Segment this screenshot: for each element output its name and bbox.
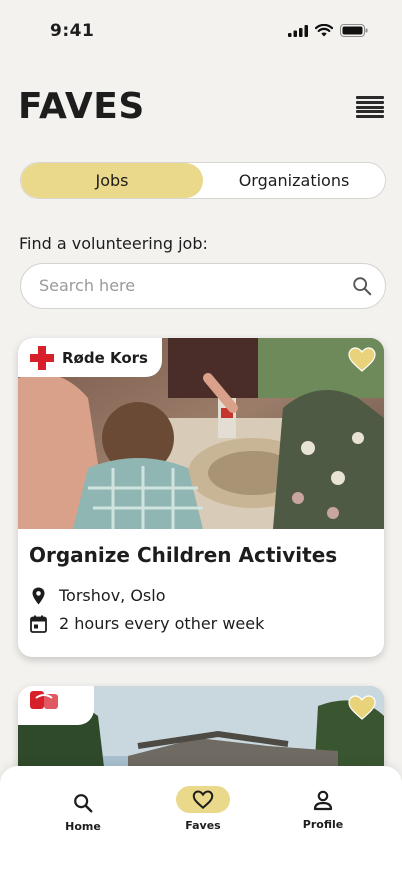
segmented-control: Jobs Organizations xyxy=(20,162,386,199)
status-bar: 9:41 xyxy=(0,0,402,64)
job-card[interactable]: Røde Kors Organize Children Activites To… xyxy=(18,338,384,657)
job-title: Organize Children Activites xyxy=(29,543,338,567)
red-cross-logo-icon xyxy=(30,345,54,370)
menu-button[interactable] xyxy=(356,96,384,118)
cellular-signal-icon xyxy=(288,24,308,37)
active-tab-indicator xyxy=(176,786,230,813)
org-name: Røde Kors xyxy=(62,348,148,367)
schedule-text: 2 hours every other week xyxy=(59,614,265,633)
job-location: Torshov, Oslo xyxy=(30,586,166,605)
search-icon xyxy=(74,794,93,813)
menu-icon-bar xyxy=(356,105,384,109)
tab-faves[interactable]: Faves xyxy=(175,786,231,832)
job-schedule: 2 hours every other week xyxy=(30,614,264,633)
tab-home[interactable]: Home xyxy=(60,792,106,833)
page-title: FAVES xyxy=(18,86,145,127)
person-icon xyxy=(313,790,333,811)
location-pin-icon xyxy=(32,587,45,604)
tab-faves-label: Faves xyxy=(185,819,221,832)
heart-outline-icon xyxy=(192,790,214,809)
status-time: 9:41 xyxy=(50,21,95,41)
menu-icon-bar xyxy=(356,110,384,114)
battery-icon xyxy=(340,24,368,37)
mental-helse-logo-icon xyxy=(30,690,58,709)
search-label: Find a volunteering job: xyxy=(19,234,208,253)
heart-icon[interactable] xyxy=(348,695,376,721)
org-tag xyxy=(18,686,94,725)
search-input[interactable] xyxy=(39,264,339,307)
wifi-icon xyxy=(315,24,333,37)
tab-jobs[interactable]: Jobs xyxy=(21,163,203,198)
tab-profile[interactable]: Profile xyxy=(300,790,346,831)
menu-icon-bar xyxy=(356,115,384,118)
search-bar xyxy=(20,263,386,309)
menu-icon-bar xyxy=(356,96,384,99)
org-tag: Røde Kors xyxy=(18,338,162,377)
status-icons xyxy=(288,24,368,37)
tab-profile-label: Profile xyxy=(302,818,344,831)
tab-organizations[interactable]: Organizations xyxy=(203,163,385,198)
tab-home-label: Home xyxy=(65,820,101,833)
search-icon[interactable] xyxy=(351,275,373,297)
menu-icon-bar xyxy=(356,100,384,104)
calendar-icon xyxy=(30,615,47,633)
bottom-tab-bar: Home Faves Profile xyxy=(0,766,402,874)
heart-icon[interactable] xyxy=(348,347,376,373)
location-text: Torshov, Oslo xyxy=(59,586,166,605)
